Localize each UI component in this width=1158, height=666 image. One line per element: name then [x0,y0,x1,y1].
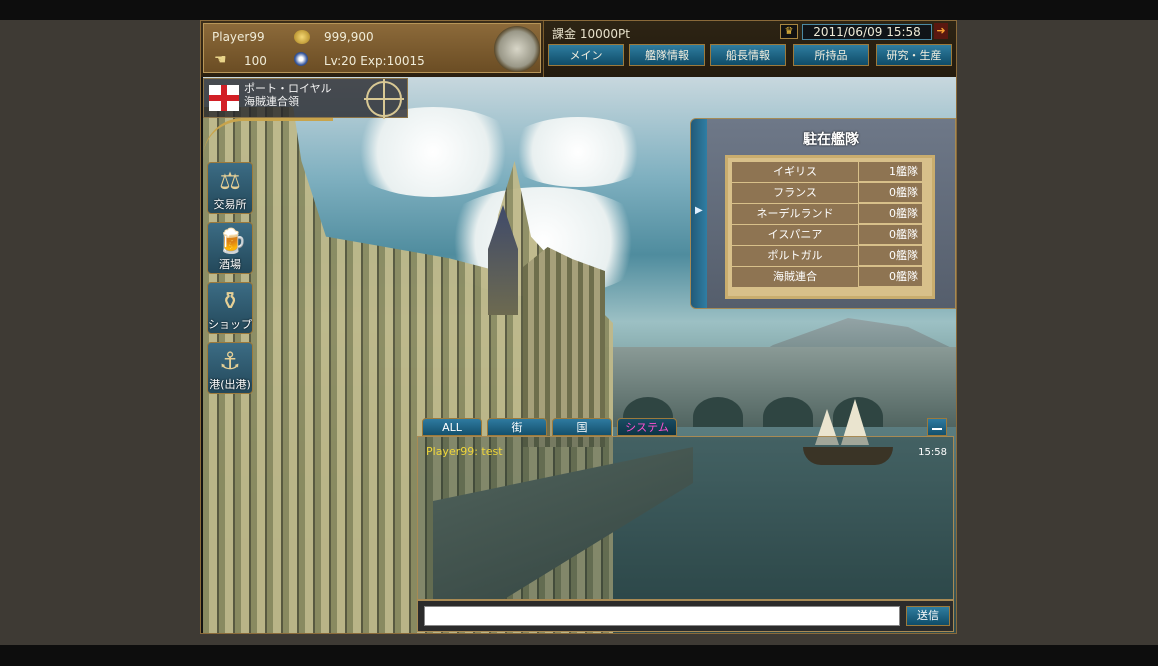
level-exp: Lv:20 Exp:10015 [324,54,425,68]
ship-wheel-icon [364,79,404,119]
chat-tab-all[interactable]: ALL [422,418,482,436]
barrel-icon: 🍺 [217,227,247,255]
top-letterbox [0,0,1158,20]
table-row: ポルトガル 0艦隊 [732,246,928,267]
datetime: 2011/06/09 15:58 [802,24,932,40]
chat-input-bar: 送信 [417,600,954,632]
player-name: Player99 [212,30,265,44]
fleet-count-cell: 1艦隊 [859,162,922,182]
fleet-panel-title: 駐在艦隊 [803,132,859,148]
trade-house-label: 交易所 [213,198,247,211]
chat-input[interactable] [424,606,900,626]
table-row: フランス 0艦隊 [732,183,928,204]
tavern-label: 酒場 [219,258,241,271]
table-row: イギリス 1艦隊 [732,162,928,183]
fleet-count-cell: 0艦隊 [859,225,922,245]
hand-icon: ☚ [214,52,227,68]
ornament-scroll [203,118,333,161]
bottom-letterbox [0,645,1158,666]
tavern-button[interactable]: 🍺 酒場 [207,222,253,274]
nation-cell: フランス [732,183,858,204]
fleet-count-cell: 0艦隊 [859,267,922,287]
charge-points: 課金 10000Pt [552,27,630,41]
player-status-panel: Player99 999,900 ☚ 100 Lv:20 Exp:10015 [203,23,541,73]
chat-tab-system[interactable]: システム [617,418,677,436]
chat-minimize-button[interactable] [927,418,947,436]
nav-captain-info-button[interactable]: 船長情報 [710,44,786,66]
hand-count: 100 [244,54,267,68]
send-button[interactable]: 送信 [906,606,950,626]
chat-message: Player99: test [426,445,503,458]
compass-small-icon [294,52,308,66]
sack-icon: ⚱ [219,287,241,315]
nav-main-button[interactable]: メイン [548,44,624,66]
shop-label: ショップ [208,318,252,331]
top-right-panel: 課金 10000Pt ♛ 2011/06/09 15:58 ➜ メイン 艦隊情報… [543,21,956,77]
arrow-right-icon: ▶ [695,205,703,216]
fleet-panel-toggle[interactable]: ▶ [691,119,707,308]
nation-cell: イギリス [732,162,858,183]
fleet-table: イギリス 1艦隊 フランス 0艦隊 ネーデルランド 0艦隊 イスパニア 0艦隊 ポルトガ… [725,155,935,299]
location-panel: ポート・ロイヤル 海賊連合領 [203,78,408,119]
table-row: 海賊連合 0艦隊 [732,267,928,288]
fleet-count-cell: 0艦隊 [859,204,922,224]
game-window: Player99 999,900 ☚ 100 Lv:20 Exp:10015 課… [200,20,957,634]
location-affiliation: 海賊連合領 [244,95,299,108]
chat-tab-nation[interactable]: 国 [552,418,612,436]
crown-icon[interactable]: ♛ [780,24,798,39]
location-name: ポート・ロイヤル [244,82,332,95]
nation-cell: ネーデルランド [732,204,858,225]
england-flag-icon [209,85,239,111]
gold-amount: 999,900 [324,30,374,44]
port-depart-label: 港(出港) [209,378,251,391]
fleet-count-cell: 0艦隊 [859,246,922,266]
nation-cell: イスパニア [732,225,858,246]
chat-tab-town[interactable]: 街 [487,418,547,436]
table-row: イスパニア 0艦隊 [732,225,928,246]
logout-icon[interactable]: ➜ [934,23,948,39]
compass-icon [494,26,540,72]
shop-button[interactable]: ⚱ ショップ [207,282,253,334]
nav-fleet-info-button[interactable]: 艦隊情報 [629,44,705,66]
nation-cell: 海賊連合 [732,267,858,288]
table-row: ネーデルランド 0艦隊 [732,204,928,225]
nav-inventory-button[interactable]: 所持品 [793,44,869,66]
chat-timestamp: 15:58 [918,447,947,458]
stationed-fleet-panel: ▶ 駐在艦隊 イギリス 1艦隊 フランス 0艦隊 ネーデルランド 0艦隊 イスパニア 0… [690,118,956,309]
anchor-icon: ⚓ [219,347,241,375]
port-depart-button[interactable]: ⚓ 港(出港) [207,342,253,394]
chat-log[interactable]: Player99: test 15:58 [417,436,954,600]
scales-icon: ⚖ [219,167,241,195]
header-bar: Player99 999,900 ☚ 100 Lv:20 Exp:10015 課… [201,21,956,77]
gold-coin-icon [294,30,310,44]
nav-research-button[interactable]: 研究・生産 [876,44,952,66]
trade-house-button[interactable]: ⚖ 交易所 [207,162,253,214]
fleet-count-cell: 0艦隊 [859,183,922,203]
nation-cell: ポルトガル [732,246,858,267]
